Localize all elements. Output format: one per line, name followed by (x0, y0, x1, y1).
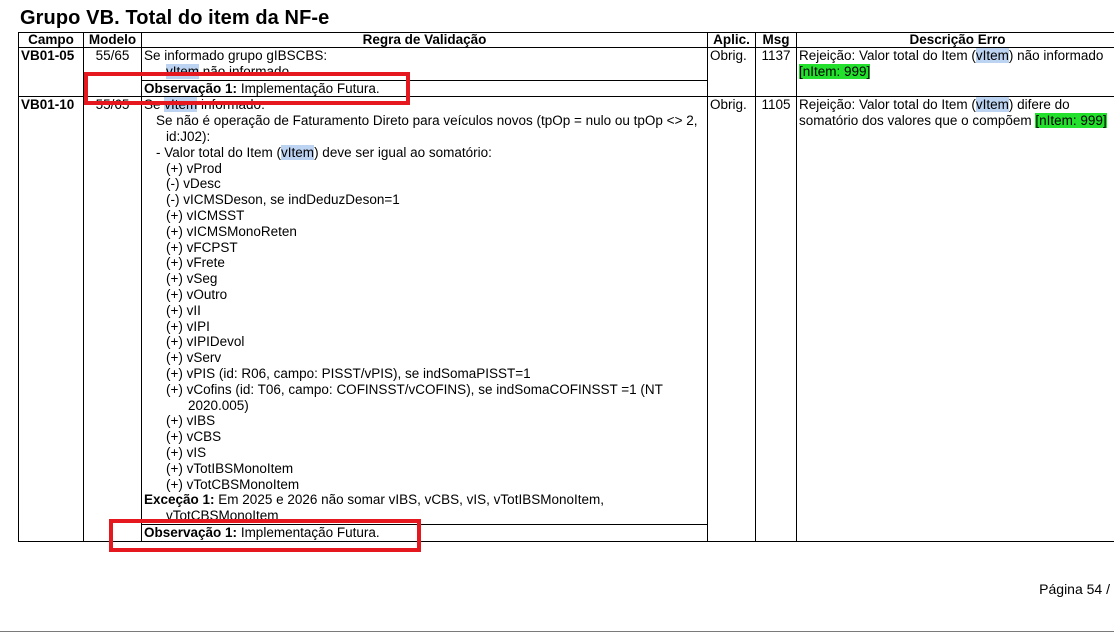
exception-note: Exceção 1: Em 2025 e 2026 não somar vIBS… (144, 492, 705, 508)
sum-item: (+) vICMSMonoReten (166, 223, 297, 239)
row-campo: VB01-05 (18, 46, 84, 98)
row-msg: 1137 (755, 46, 797, 98)
page-number: Página 54 / (1039, 581, 1110, 597)
regra-line: Se não é operação de Faturamento Direto … (156, 113, 698, 129)
desc-text: Rejeição: Valor total do Item ( (799, 48, 976, 63)
sum-item: (+) vICMSST (166, 207, 245, 223)
table-row: VB01-10 55/65 Se vItem informado: Se não… (18, 96, 1114, 542)
regra-line: - Valor total do Item (vItem) deve ser i… (144, 144, 705, 161)
sum-item: (+) vII (166, 302, 201, 318)
annotation-box (84, 72, 410, 105)
sum-item: (+) vCofins (id: T06, campo: COFINSST/vC… (166, 381, 663, 397)
row-descricao: Rejeição: Valor total do Item (vItem) nã… (796, 46, 1114, 98)
header-modelo: Modelo (83, 32, 142, 48)
regra-line: 2020.005) (188, 397, 249, 413)
table-header-row: Campo Modelo Regra de Validação Aplic. M… (18, 32, 1114, 48)
row-msg: 1105 (755, 96, 797, 542)
sum-item: (+) vTotIBSMonoItem (166, 460, 294, 476)
sum-item: (+) vPIS (id: R06, campo: PISST/vPIS), s… (166, 365, 531, 381)
sum-item: (+) vSeg (166, 271, 218, 287)
sum-item: (-) vDesc (166, 176, 221, 192)
desc-text: Rejeição: Valor total do Item ( (799, 97, 976, 113)
nitem-tag: [nItem: 999] (799, 63, 871, 79)
sum-item: (-) vICMSDeson, se indDeduzDeson=1 (166, 192, 400, 208)
sum-item: (+) vServ (166, 350, 222, 366)
sum-item: (+) vProd (166, 160, 222, 176)
row-modelo: 55/65 (83, 96, 142, 542)
sum-item: (+) vIS (166, 444, 207, 460)
page-title: Grupo VB. Total do item da NF-e (20, 7, 330, 29)
header-aplic: Aplic. (707, 32, 756, 48)
exc-text: Em 2025 e 2026 não somar vIBS, vCBS, vIS… (214, 492, 604, 508)
row-campo: VB01-10 (18, 96, 84, 542)
sum-item: (+) vIPIDevol (166, 334, 245, 350)
sum-items-list: (+) vProd (-) vDesc (-) vICMSDeson, se ind… (144, 161, 705, 398)
sum-items-list: (+) vIBS (+) vCBS (+) vIS (+) vTotIBSMonoIt… (144, 413, 705, 492)
sum-item: (+) vFCPST (166, 239, 238, 255)
regra-line: id:J02): (166, 128, 211, 144)
header-campo: Campo (18, 32, 84, 48)
header-regra: Regra de Validação (141, 32, 708, 48)
sum-item: (+) vOutro (166, 286, 228, 302)
desc-text: ) não informado (1008, 48, 1104, 63)
field-highlight: vItem (281, 144, 315, 160)
regra-text: ) deve ser igual ao somatório: (314, 144, 492, 160)
row-aplic: Obrig. (707, 46, 756, 98)
nitem-tag: [nItem: 999] (1035, 113, 1107, 129)
row-regra: Se vItem informado: Se não é operação de… (141, 96, 708, 542)
row-aplic: Obrig. (707, 96, 756, 542)
sum-item: (+) vIBS (166, 413, 216, 429)
exc-label: Exceção 1: (144, 492, 215, 508)
field-highlight: vItem (975, 48, 1009, 63)
row-descricao: Rejeição: Valor total do Item (vItem) di… (796, 96, 1114, 542)
sum-item: (+) vFrete (166, 255, 225, 271)
regra-line: Se informado grupo gIBSCBS: (144, 48, 328, 63)
sum-item: (+) vTotCBSMonoItem (166, 476, 300, 492)
header-msg: Msg (755, 32, 797, 48)
sum-item: (+) vCBS (166, 429, 222, 445)
page-bottom-divider (0, 631, 1114, 632)
sum-item: (+) vIPI (166, 318, 210, 334)
validation-table: Campo Modelo Regra de Validação Aplic. M… (18, 32, 1114, 542)
regra-text: - Valor total do Item ( (156, 144, 282, 160)
field-highlight: vItem (975, 97, 1009, 113)
header-descricao: Descrição Erro (796, 32, 1114, 48)
annotation-box (109, 519, 421, 552)
